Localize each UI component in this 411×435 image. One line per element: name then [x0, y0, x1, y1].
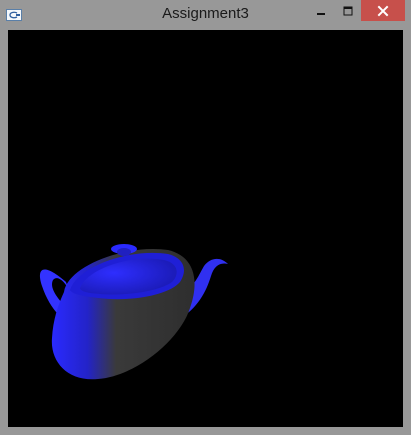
app-window: Assignment3 [0, 0, 411, 435]
teapot-render [39, 244, 228, 380]
close-icon [377, 5, 389, 16]
minimize-button[interactable] [307, 0, 334, 21]
teapot-knob-stem [117, 248, 131, 256]
maximize-button[interactable] [334, 0, 361, 21]
teapot [39, 244, 228, 380]
minimize-icon [316, 12, 325, 15]
maximize-icon [343, 6, 352, 15]
render-viewport[interactable] [8, 30, 403, 427]
close-button[interactable] [361, 0, 405, 21]
title-bar[interactable]: Assignment3 [0, 0, 411, 30]
